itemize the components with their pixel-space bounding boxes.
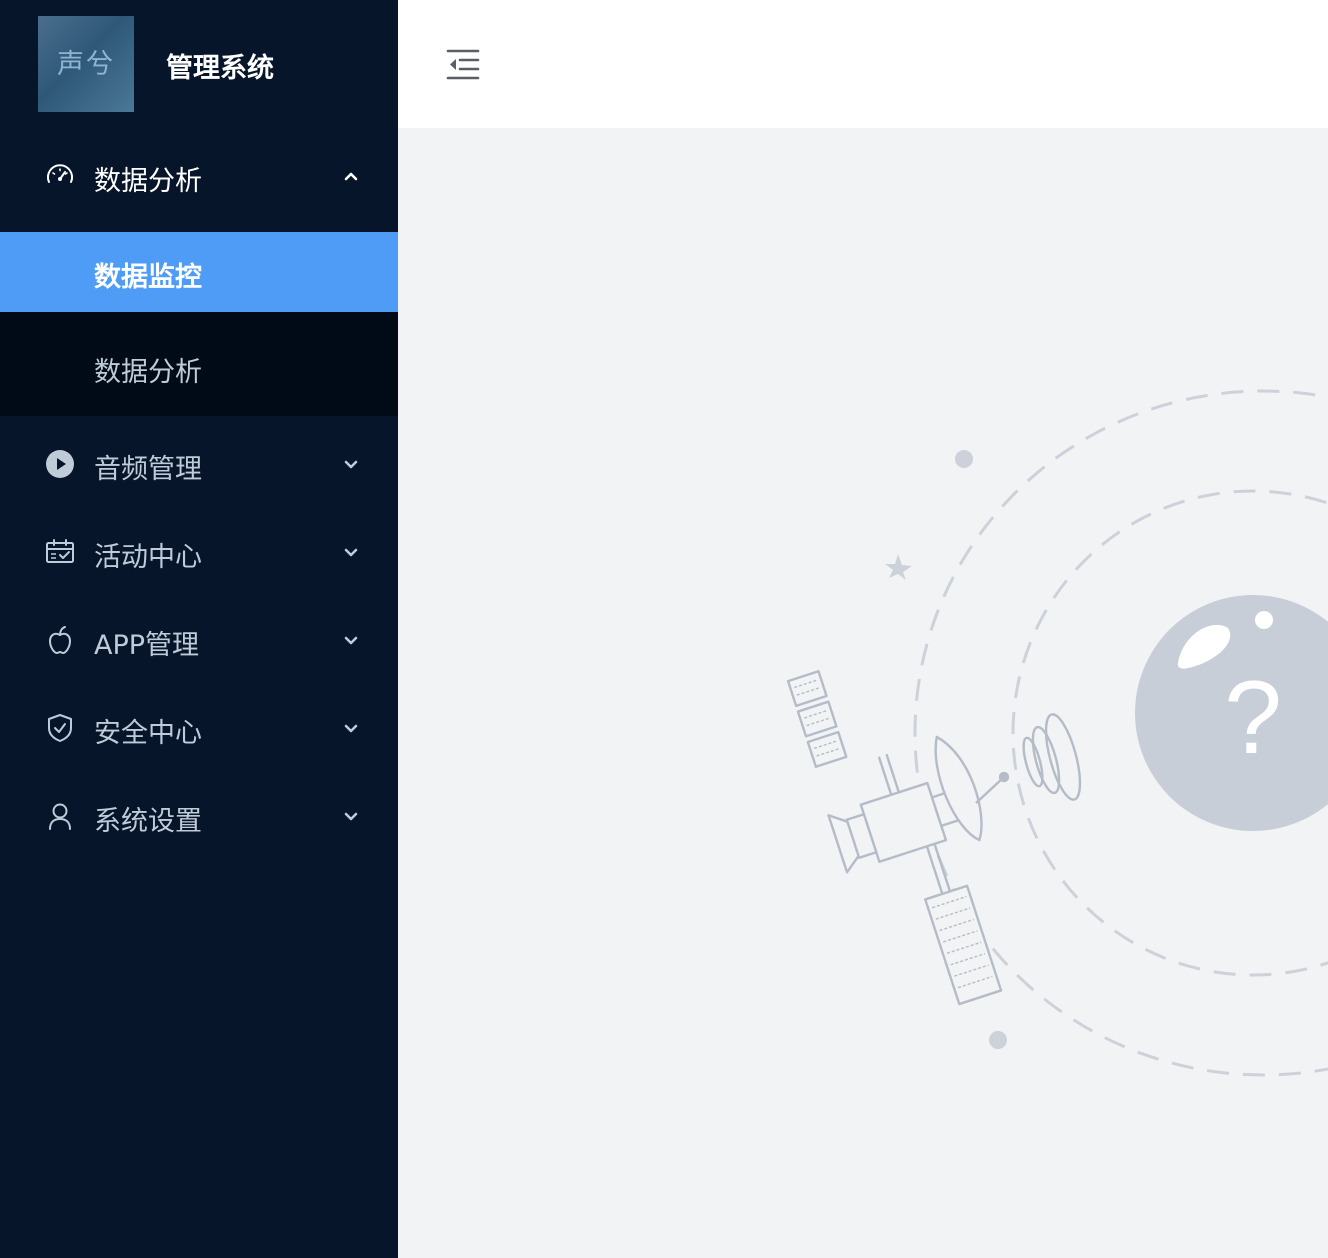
menu-fold-icon[interactable] [446,48,480,82]
satellite-icon [786,670,1082,1006]
chevron-down-icon [344,724,358,733]
logo-text: 声兮 [57,49,115,80]
satellite-404-illustration: ? [786,389,1328,1077]
submenu-item-data-monitor[interactable]: 数据监控 [0,232,398,312]
submenu-item-data-analysis[interactable]: 数据分析 [0,312,398,416]
star-blob [955,450,973,468]
star-icon [885,554,912,580]
menu-item-audio[interactable]: 音频管理 [0,420,398,508]
menu-label: 数据分析 [94,166,202,197]
menu-label: 活动中心 [94,542,202,573]
menu-item-security[interactable]: 安全中心 [0,684,398,772]
header [398,0,1328,128]
dashboard-icon [47,164,73,183]
chevron-down-icon [344,636,358,645]
chevron-down-icon [344,460,358,469]
logo-row: 声兮 管理系统 [0,0,398,128]
chevron-down-icon [344,812,358,821]
main-content: ? [398,128,1328,1258]
menu-label: APP管理 [94,630,200,661]
chevron-up-icon [344,172,358,181]
logo-image: 声兮 [38,16,134,112]
submenu-label: 数据监控 [94,262,202,293]
menu-item-settings[interactable]: 系统设置 [0,772,398,860]
menu-label: 安全中心 [94,718,202,749]
menu-item-app[interactable]: APP管理 [0,596,398,684]
user-icon [49,803,71,830]
question-glyph: ? [1224,660,1282,776]
star-blob [989,1031,1007,1049]
menu-item-data-analysis[interactable]: 数据分析 [0,132,398,220]
apple-icon [49,626,71,654]
calendar-icon [46,539,74,563]
play-circle-icon [46,450,74,478]
sidebar: 声兮 管理系统 数据分析 数据监控 数据分析 音频管理 活动中心 APP管理 安… [0,0,398,1258]
submenu-label: 数据分析 [94,357,202,388]
app-title: 管理系统 [166,53,274,84]
menu-label: 系统设置 [94,806,202,837]
menu-label: 音频管理 [94,454,202,485]
chevron-down-icon [344,548,358,557]
menu-item-activity[interactable]: 活动中心 [0,508,398,596]
shield-icon [48,714,72,742]
question-sphere: ? [1135,595,1328,831]
